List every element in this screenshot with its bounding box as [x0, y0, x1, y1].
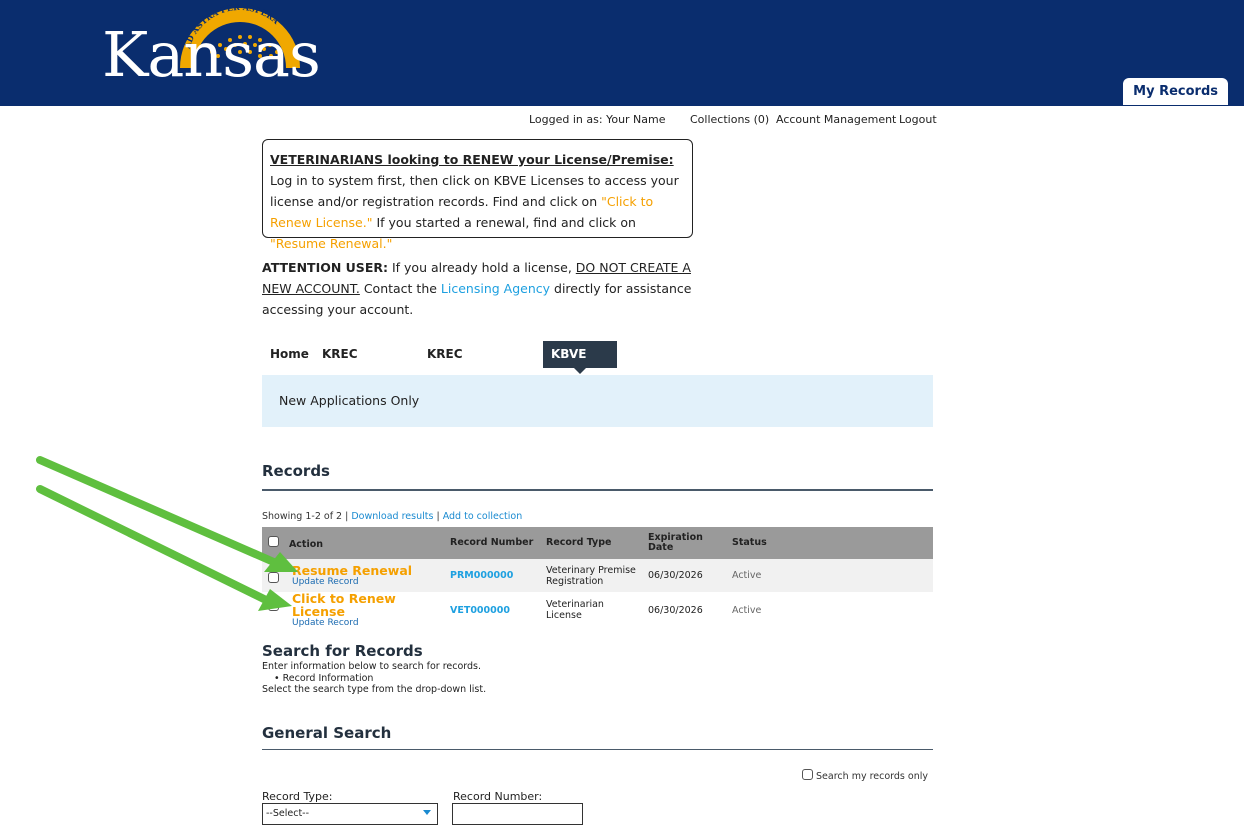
dropdown-arrow-icon	[423, 810, 431, 815]
select-all-checkbox[interactable]	[268, 536, 279, 547]
download-results-link[interactable]: Download results	[351, 511, 433, 522]
record-number-label: Record Number:	[453, 790, 543, 803]
col-record-number[interactable]: Record Number	[444, 527, 540, 559]
my-records-only-label: Search my records only	[816, 771, 928, 782]
resume-renewal-link[interactable]: Resume Renewal	[292, 564, 438, 577]
record-type: Veterinary Premise Registration	[540, 559, 642, 592]
table-row: Resume Renewal Update Record PRM000000 V…	[262, 559, 933, 592]
tab-krec-compliance[interactable]: KREC Compliance	[419, 341, 513, 388]
tab-home[interactable]: Home	[262, 341, 317, 368]
logged-in-label: Logged in as: Your Name	[529, 113, 666, 126]
header-banner: AD ASTRA PER ASPERA Kansas My Records	[0, 0, 1244, 106]
showing-count: Showing 1-2 of 2	[262, 511, 343, 522]
general-search-divider	[262, 749, 933, 750]
tab-my-records[interactable]: My Records	[1123, 78, 1228, 105]
arrow-to-renew-license-icon	[36, 485, 272, 605]
search-bullet: • Record Information	[274, 672, 374, 684]
results-summary: Showing 1-2 of 2 | Download results | Ad…	[262, 511, 523, 522]
col-status[interactable]: Status	[726, 527, 933, 559]
licensing-agency-link[interactable]: Licensing Agency	[441, 281, 550, 296]
my-records-only-option[interactable]: Search my records only	[802, 769, 928, 782]
record-type-value: --Select--	[266, 808, 310, 819]
arrow-to-resume-renewal-icon	[36, 456, 280, 567]
records-table: Action Record Number Record Type Expirat…	[262, 527, 933, 628]
search-line-2: Select the search type from the drop-dow…	[262, 684, 487, 695]
records-divider	[262, 489, 933, 491]
tab-kbve-licenses[interactable]: KBVE Licenses	[543, 341, 617, 388]
attention-text: If you already hold a license,	[387, 260, 576, 275]
my-records-only-checkbox[interactable]	[802, 769, 813, 780]
logo-wordmark: Kansas	[102, 18, 321, 91]
record-type: Veterinarian License	[546, 599, 604, 621]
attention-message: ATTENTION USER: If you already hold a li…	[262, 257, 712, 320]
kansas-logo[interactable]: AD ASTRA PER ASPERA Kansas	[100, 2, 321, 106]
account-management-link[interactable]: Account Management	[776, 113, 896, 126]
record-status: Active	[732, 604, 762, 616]
expiration-date: 06/30/2026	[648, 604, 703, 616]
veterinarian-notice: VETERINARIANS looking to RENEW your Lice…	[262, 139, 693, 251]
records-heading: Records	[262, 462, 330, 480]
record-type-label: Record Type:	[262, 790, 333, 803]
update-record-link[interactable]: Update Record	[292, 577, 438, 587]
collections-link[interactable]: Collections (0)	[690, 113, 769, 126]
col-expiration-date[interactable]: Expiration Date	[642, 527, 726, 559]
tab-krec-licenses[interactable]: KREC Licenses	[314, 341, 388, 388]
table-header-row: Action Record Number Record Type Expirat…	[262, 527, 933, 559]
click-to-renew-license-link[interactable]: Click to Renew License	[292, 592, 438, 618]
row-checkbox[interactable]	[268, 572, 279, 583]
search-heading: Search for Records	[262, 642, 423, 660]
col-record-type[interactable]: Record Type	[540, 527, 642, 559]
record-number-link[interactable]: VET000000	[450, 605, 510, 616]
notice-text-2: If you started a renewal, find and click…	[372, 215, 636, 230]
search-instructions: Enter information below to search for re…	[262, 661, 486, 696]
attention-text-2: Contact the	[359, 281, 441, 296]
update-record-link[interactable]: Update Record	[292, 618, 438, 628]
record-number-link[interactable]: PRM000000	[450, 570, 513, 581]
record-status: Active	[726, 559, 933, 592]
logout-link[interactable]: Logout	[899, 113, 937, 126]
col-action: Action	[288, 539, 324, 550]
general-search-heading: General Search	[262, 724, 392, 742]
resume-renewal-hint: "Resume Renewal."	[270, 236, 393, 251]
search-line-1: Enter information below to search for re…	[262, 661, 482, 672]
new-applications-panel[interactable]: New Applications Only	[262, 375, 933, 427]
table-row: Click to Renew License Update Record VET…	[262, 592, 933, 628]
row-checkbox[interactable]	[268, 600, 279, 611]
add-to-collection-link[interactable]: Add to collection	[443, 511, 523, 522]
expiration-date: 06/30/2026	[642, 559, 726, 592]
notice-heading: VETERINARIANS looking to RENEW your Lice…	[270, 152, 674, 167]
attention-label: ATTENTION USER:	[262, 260, 388, 275]
